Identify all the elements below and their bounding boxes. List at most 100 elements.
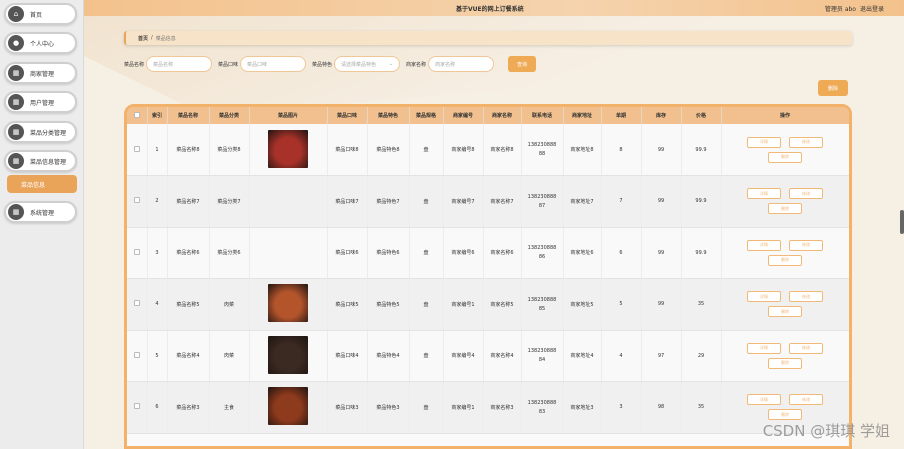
edit-button[interactable]: 修改 <box>789 342 823 354</box>
merchant-no-cell: 商家编号1 <box>443 381 484 434</box>
table-header-cell: 库存 <box>641 107 682 124</box>
detail-button[interactable]: 详情 <box>747 394 781 406</box>
phone-line: 138230888 <box>527 142 557 148</box>
address-cell: 商家地址7 <box>563 175 602 228</box>
index-cell: 3 <box>147 227 168 279</box>
breadcrumb: 首页 / 菜品信息 <box>124 31 852 45</box>
merchant-name-cell: 商家名称6 <box>483 227 522 279</box>
ops-cell: 详情 修改删除 <box>721 330 849 382</box>
spec-cell: 盘 <box>409 124 444 176</box>
sidebar-item-label: 菜品分类管理 <box>30 129 67 137</box>
phone-line: 138230888 <box>527 245 557 252</box>
search-bar: 菜品名称 菜品名称 菜品口味 菜品口味 菜品特色 请选择菜品特色 ⌄ 商家名称 … <box>124 56 537 72</box>
table-header-cell: 菜品特色 <box>367 107 410 124</box>
logout-link[interactable]: 退出登录 <box>860 4 884 13</box>
detail-button[interactable]: 详情 <box>747 342 781 354</box>
checkbox <box>127 278 148 331</box>
dish-name-input[interactable]: 菜品名称 <box>146 56 213 72</box>
checkbox <box>127 124 148 176</box>
edit-button[interactable]: 修改 <box>789 239 823 251</box>
taste-cell: 菜品口味5 <box>327 278 368 331</box>
table-header-cell: 商家地址 <box>563 107 602 124</box>
sidebar-item-users[interactable]: ▦ 用户管理 <box>4 91 77 113</box>
price-cell: 35 <box>681 381 722 434</box>
table-header-cell: 商家名称 <box>483 107 522 124</box>
edit-button[interactable]: 修改 <box>789 291 823 303</box>
merchant-name-input[interactable]: 商家名称 <box>428 56 495 72</box>
row-checkbox[interactable] <box>133 351 140 358</box>
header-checkbox[interactable] <box>127 107 148 124</box>
address-cell: 商家地址8 <box>563 124 602 176</box>
phone-line: 138230888 <box>527 296 557 303</box>
delete-button[interactable]: 删除 <box>768 203 802 215</box>
image-cell <box>249 175 328 228</box>
sidebar-item-profile[interactable]: ● 个人中心 <box>4 32 77 54</box>
user-area: 管理员 abo 退出登录 <box>825 4 884 13</box>
sidebar-item-dish-info[interactable]: ▦ 菜品信息管理 <box>4 150 77 172</box>
table-header-cell: 菜品图片 <box>249 107 328 124</box>
edit-button[interactable]: 修改 <box>789 136 823 148</box>
dish-image <box>268 129 308 168</box>
delete-button[interactable]: 删除 <box>768 151 802 163</box>
phone-cell: 138230888 88 <box>521 124 564 176</box>
row-checkbox[interactable] <box>133 145 140 152</box>
dish-taste-input[interactable]: 菜品口味 <box>240 56 307 72</box>
detail-button[interactable]: 详情 <box>747 291 781 303</box>
dish-image <box>268 387 308 426</box>
ops-cell: 详情 修改删除 <box>721 175 849 228</box>
detail-button[interactable]: 详情 <box>747 136 781 148</box>
sidebar-subitem-dish-info[interactable]: 菜品信息 <box>7 175 77 193</box>
delete-button[interactable]: 删除 <box>768 409 802 421</box>
row-checkbox[interactable] <box>133 403 140 410</box>
ops-cell: 详情 修改删除 <box>721 227 849 279</box>
row-checkbox[interactable] <box>133 248 140 255</box>
sidebar-item-merchants[interactable]: ▦ 商家管理 <box>4 62 77 84</box>
stock-cell: 98 <box>641 381 682 434</box>
table-header-cell: 操作 <box>721 107 849 124</box>
stock-cell: 99 <box>641 278 682 331</box>
sidebar: ⌂ 首页 ● 个人中心 ▦ 商家管理 ▦ 用户管理 ▦ 菜品分类管理 ▦ 菜品信… <box>0 0 84 449</box>
sidebar-item-home[interactable]: ⌂ 首页 <box>4 3 77 25</box>
row-checkbox[interactable] <box>133 197 140 204</box>
sidebar-item-system[interactable]: ▦ 系统管理 <box>4 201 77 223</box>
delete-button[interactable]: 删除 <box>768 357 802 369</box>
dish-table: 索引 菜品名称 菜品分类 菜品图片 菜品口味 菜品特色 菜品规格 商家编号 商家… <box>124 104 852 449</box>
row-checkbox[interactable] <box>133 300 140 307</box>
checkbox <box>127 175 148 228</box>
table-header-cell: 菜品口味 <box>327 107 368 124</box>
page-scrollbar[interactable] <box>900 210 904 234</box>
edit-button[interactable]: 修改 <box>789 188 823 200</box>
merchant-no-cell: 商家编号1 <box>443 278 484 331</box>
detail-button[interactable]: 详情 <box>747 188 781 200</box>
delete-button[interactable]: 删除 <box>768 306 802 318</box>
breadcrumb-home[interactable]: 首页 <box>138 35 148 42</box>
name-cell: 菜品名称8 <box>167 124 210 176</box>
sidebar-item-label: 用户管理 <box>30 99 55 107</box>
spec-cell: 盘 <box>409 175 444 228</box>
dish-name-label: 菜品名称 <box>124 61 145 68</box>
dish-special-select[interactable]: 请选择菜品特色 ⌄ <box>334 56 401 72</box>
edit-button[interactable]: 修改 <box>789 394 823 406</box>
image-cell <box>249 124 328 176</box>
merchant-name-cell: 商家名称5 <box>483 278 522 331</box>
checkbox <box>127 381 148 434</box>
stock-cell: 99 <box>641 227 682 279</box>
phone-cell: 138230888 84 <box>521 330 564 382</box>
delete-button[interactable]: 删除 <box>768 254 802 266</box>
batch-delete-button[interactable]: 删除 <box>818 80 848 96</box>
merchant-no-cell: 商家编号4 <box>443 330 484 382</box>
special-cell: 菜品特色4 <box>367 330 410 382</box>
sidebar-item-dish-categories[interactable]: ▦ 菜品分类管理 <box>4 121 77 143</box>
table-header-cell: 商家编号 <box>443 107 484 124</box>
name-cell: 菜品名称6 <box>167 227 210 279</box>
search-button[interactable]: 查询 <box>508 56 537 72</box>
phone-line: 138230888 <box>527 399 557 406</box>
special-cell: 菜品特色5 <box>367 278 410 331</box>
merchant-name-label: 商家名称 <box>406 61 427 68</box>
top-bar: 基于VUE的网上订餐系统 管理员 abo 退出登录 <box>84 0 904 16</box>
category-cell: 菜品分类8 <box>209 124 250 176</box>
table-body: 1 菜品名称8 菜品分类8 菜品口味8 菜品特色8 盘商家编号8 商家名称8 13823088… <box>127 124 849 434</box>
detail-button[interactable]: 详情 <box>747 239 781 251</box>
taste-cell: 菜品口味6 <box>327 227 368 279</box>
table-row: 6 菜品名称3 主食 菜品口味3 菜品特色3 盘商家编号1 商家名称3 138230888 83… <box>127 381 849 434</box>
